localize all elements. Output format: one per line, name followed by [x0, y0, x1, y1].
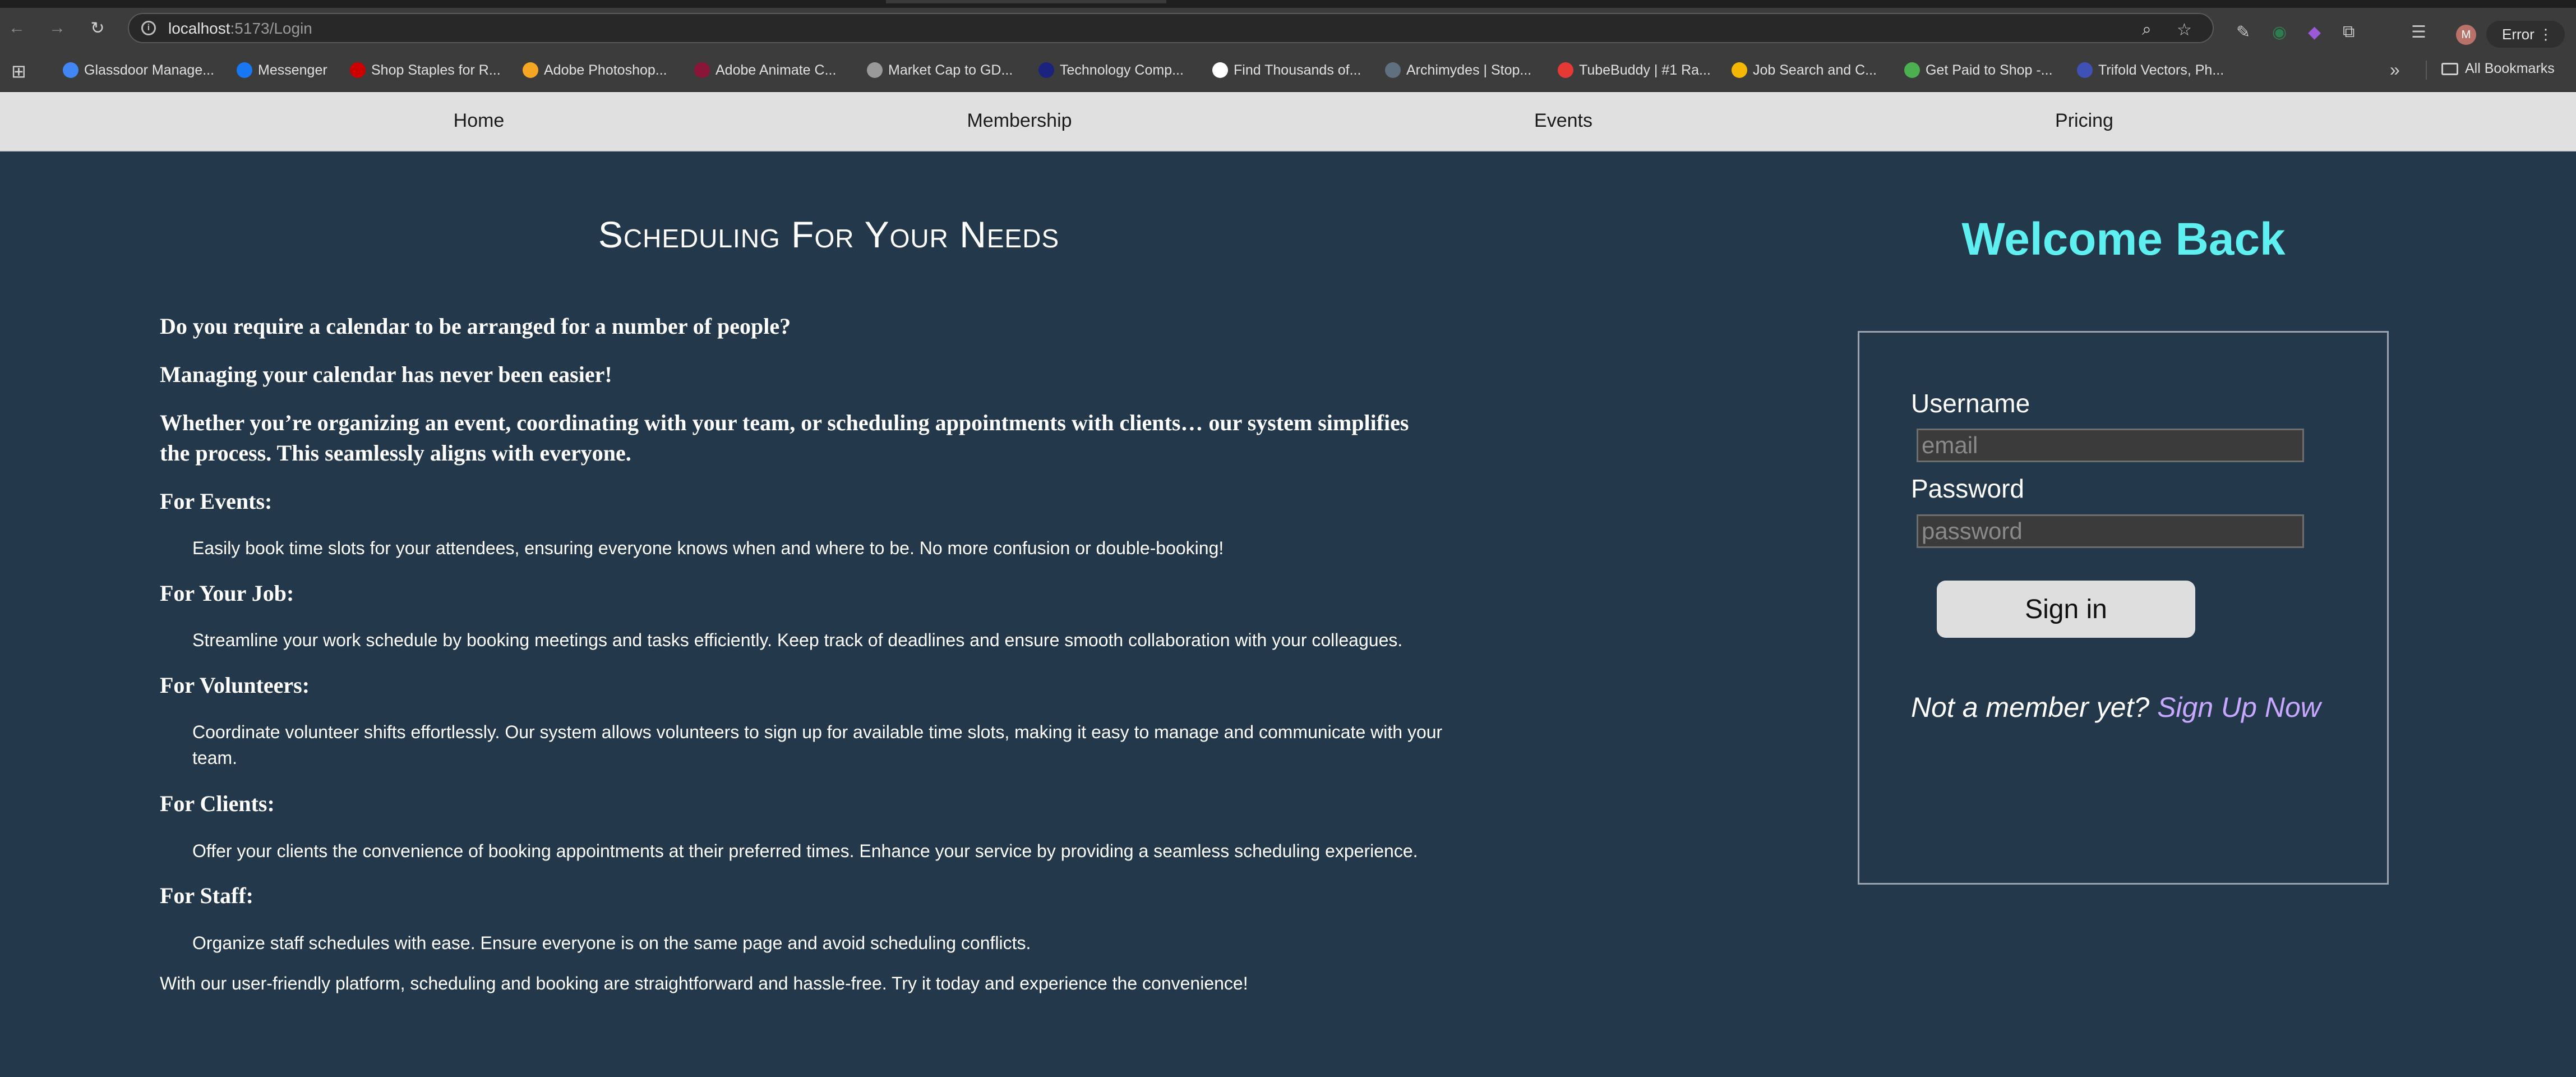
- favicon: [1212, 62, 1228, 78]
- url-path: :5173/Login: [230, 20, 312, 37]
- reading-list-icon[interactable]: ☰: [2411, 22, 2426, 42]
- sign-up-link[interactable]: Sign Up Now: [2157, 692, 2321, 723]
- address-bar[interactable]: i localhost:5173/Login ⌕ ☆: [128, 13, 2214, 43]
- bookmark-label: Glassdoor Manage...: [84, 62, 215, 78]
- section-text-events: Easily book time slots for your attendee…: [192, 538, 1224, 558]
- section-text-volunteers: Coordinate volunteer shifts effortlessly…: [192, 722, 1443, 768]
- tab-strip: [0, 0, 2576, 8]
- error-menu-button[interactable]: Error ⋮: [2486, 21, 2565, 48]
- profile-avatar[interactable]: M: [2456, 25, 2476, 45]
- closing-text: With our user-friendly platform, schedul…: [160, 973, 1248, 993]
- favicon: [237, 62, 252, 78]
- nav-pricing[interactable]: Pricing: [2055, 110, 2113, 132]
- section-text-job: Streamline your work schedule by booking…: [192, 630, 1403, 650]
- intro-line: Managing your calendar has never been ea…: [160, 362, 612, 387]
- section-heading-job: For Your Job:: [160, 581, 294, 606]
- nav-events[interactable]: Events: [1534, 110, 1592, 132]
- extensions-puzzle-icon[interactable]: ⧉: [2343, 22, 2355, 42]
- back-icon[interactable]: ←: [4, 16, 29, 40]
- password-label: Password: [1911, 474, 2024, 503]
- favicon: [867, 62, 883, 78]
- extension-icon[interactable]: ◉: [2272, 22, 2287, 42]
- url-host: localhost: [168, 20, 230, 37]
- favicon: [1385, 62, 1401, 78]
- bookmark-label: Shop Staples for R...: [371, 62, 501, 78]
- all-bookmarks-button[interactable]: All Bookmarks: [2441, 61, 2555, 77]
- forward-icon[interactable]: →: [45, 16, 70, 40]
- bookmark-item[interactable]: Market Cap to GD...: [867, 61, 1013, 80]
- bookmark-label: Adobe Photoshop...: [544, 62, 667, 78]
- favicon: [350, 62, 366, 78]
- sign-in-button[interactable]: Sign in: [1937, 581, 2195, 638]
- bookmark-item[interactable]: Adobe Photoshop...: [523, 61, 667, 80]
- section-text-clients: Offer your clients the convenience of bo…: [192, 841, 1418, 861]
- favicon: [1732, 62, 1747, 78]
- bookmark-item[interactable]: Shop Staples for R...: [350, 61, 501, 80]
- bookmark-label: Find Thousands of...: [1234, 62, 1361, 78]
- error-label: Error: [2502, 26, 2535, 43]
- apps-grid-icon[interactable]: ⊞: [11, 61, 26, 82]
- bookmark-label: Archimydes | Stop...: [1406, 62, 1532, 78]
- favicon: [694, 62, 710, 78]
- bookmark-item[interactable]: Archimydes | Stop...: [1385, 61, 1531, 80]
- bookmark-label: Market Cap to GD...: [888, 62, 1013, 78]
- bookmark-item[interactable]: Get Paid to Shop -...: [1904, 61, 2053, 80]
- password-input[interactable]: [1917, 514, 2304, 548]
- kebab-menu-icon: ⋮: [2538, 26, 2554, 43]
- site-info-icon[interactable]: i: [141, 21, 156, 35]
- section-heading-volunteers: For Volunteers:: [160, 673, 310, 698]
- bookmarks-bar: ⊞ Glassdoor Manage... Messenger Shop Sta…: [0, 48, 2576, 92]
- zoom-icon[interactable]: ⌕: [2142, 20, 2152, 39]
- bookmarks-overflow-icon[interactable]: »: [2390, 59, 2400, 80]
- bookmarks-divider: [2426, 61, 2427, 80]
- pen-extension-icon[interactable]: ✎: [2236, 22, 2250, 42]
- favicon: [1558, 62, 1573, 78]
- section-heading-staff: For Staff:: [160, 883, 253, 908]
- site-nav: Home Membership Events Pricing: [0, 92, 2576, 151]
- url-text: localhost:5173/Login: [168, 20, 312, 38]
- bookmark-item[interactable]: TubeBuddy | #1 Ra...: [1558, 61, 1711, 80]
- nav-home[interactable]: Home: [454, 110, 505, 132]
- bookmark-label: Technology Comp...: [1060, 62, 1184, 78]
- bookmark-item[interactable]: Messenger: [237, 61, 327, 80]
- bookmark-label: TubeBuddy | #1 Ra...: [1579, 62, 1711, 78]
- bookmark-label: Messenger: [258, 62, 327, 78]
- nav-membership[interactable]: Membership: [967, 110, 1072, 132]
- favicon: [523, 62, 538, 78]
- bookmark-label: Job Search and C...: [1753, 62, 1877, 78]
- favicon: [2077, 62, 2093, 78]
- page-title: Scheduling For Your Needs: [598, 214, 1060, 255]
- folder-icon: [2441, 62, 2458, 75]
- bookmark-label: Trifold Vectors, Ph...: [2098, 62, 2224, 78]
- not-member-text: Not a member yet?: [1911, 692, 2150, 723]
- username-label: Username: [1911, 389, 2030, 418]
- bookmark-star-icon[interactable]: ☆: [2177, 20, 2192, 40]
- tab[interactable]: [886, 0, 1166, 3]
- intro-line: Do you require a calendar to be arranged…: [160, 314, 791, 339]
- bookmark-label: Get Paid to Shop -...: [1926, 62, 2053, 78]
- section-heading-events: For Events:: [160, 489, 273, 514]
- browser-toolbar: ← → ↻ i localhost:5173/Login ⌕ ☆ ✎ ◉ ◆ ⧉…: [0, 8, 2576, 48]
- extension-icon[interactable]: ◆: [2308, 22, 2321, 42]
- bookmark-item[interactable]: Trifold Vectors, Ph...: [2077, 61, 2224, 80]
- bookmark-item[interactable]: Technology Comp...: [1038, 61, 1184, 80]
- signup-prompt: Not a member yet? Sign Up Now: [1911, 691, 2321, 724]
- bookmark-item[interactable]: Adobe Animate C...: [694, 61, 836, 80]
- intro-paragraph: Whether you’re organizing an event, coor…: [160, 410, 1409, 466]
- reload-icon[interactable]: ↻: [85, 16, 110, 40]
- username-input[interactable]: [1917, 429, 2304, 462]
- all-bookmarks-label: All Bookmarks: [2465, 61, 2555, 76]
- favicon: [1904, 62, 1920, 78]
- favicon: [1038, 62, 1054, 78]
- bookmark-item[interactable]: Find Thousands of...: [1212, 61, 1361, 80]
- section-text-staff: Organize staff schedules with ease. Ensu…: [192, 933, 1031, 953]
- section-heading-clients: For Clients:: [160, 791, 275, 816]
- bookmark-item[interactable]: Job Search and C...: [1732, 61, 1877, 80]
- bookmark-item[interactable]: Glassdoor Manage...: [63, 61, 214, 80]
- bookmark-label: Adobe Animate C...: [715, 62, 837, 78]
- favicon: [63, 62, 79, 78]
- welcome-heading: Welcome Back: [1961, 214, 2286, 265]
